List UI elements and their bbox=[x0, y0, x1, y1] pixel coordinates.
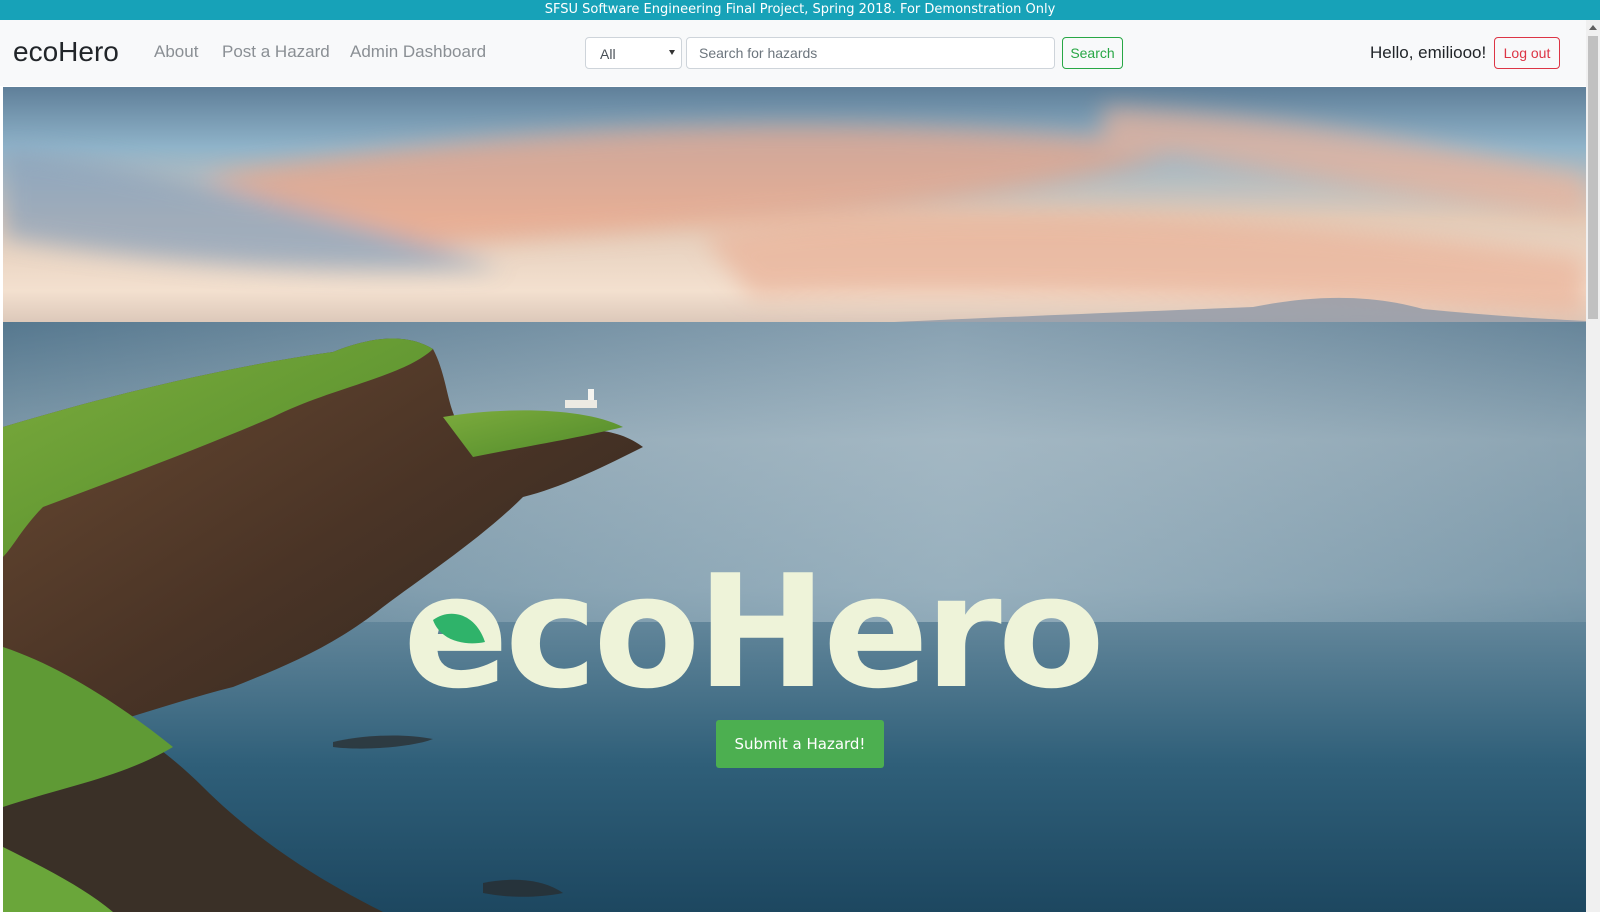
hero-section: ecoHero Submit a Hazard! bbox=[3, 87, 1586, 912]
search-category-select[interactable]: All bbox=[585, 37, 682, 69]
scrollbar-thumb[interactable] bbox=[1588, 36, 1598, 319]
submit-hazard-button[interactable]: Submit a Hazard! bbox=[716, 720, 884, 768]
hero-logo: ecoHero bbox=[403, 541, 1193, 723]
search-category-value: All bbox=[600, 46, 616, 62]
page: SFSU Software Engineering Final Project,… bbox=[0, 0, 1600, 912]
leaf-icon bbox=[433, 613, 485, 644]
nav-link-about[interactable]: About bbox=[154, 42, 198, 62]
nav-link-admin-dashboard[interactable]: Admin Dashboard bbox=[350, 42, 486, 62]
hero-background-image bbox=[3, 87, 1586, 912]
demo-banner-text: SFSU Software Engineering Final Project,… bbox=[544, 2, 1056, 17]
vertical-scrollbar[interactable] bbox=[1586, 20, 1600, 912]
logout-button[interactable]: Log out bbox=[1494, 37, 1560, 69]
hero-logo-text: ecoHero bbox=[403, 541, 1105, 723]
user-greeting: Hello, emiliooo! bbox=[1370, 43, 1487, 62]
top-navbar: ecoHero About Post a Hazard Admin Dashbo… bbox=[0, 20, 1586, 86]
brand-link[interactable]: ecoHero bbox=[13, 35, 119, 69]
demo-banner: SFSU Software Engineering Final Project,… bbox=[0, 0, 1600, 20]
search-input[interactable] bbox=[686, 37, 1055, 69]
search-button[interactable]: Search bbox=[1062, 37, 1123, 69]
scroll-up-arrow-icon[interactable] bbox=[1589, 25, 1597, 30]
caret-down-icon bbox=[669, 50, 675, 55]
nav-link-post-hazard[interactable]: Post a Hazard bbox=[222, 42, 330, 62]
